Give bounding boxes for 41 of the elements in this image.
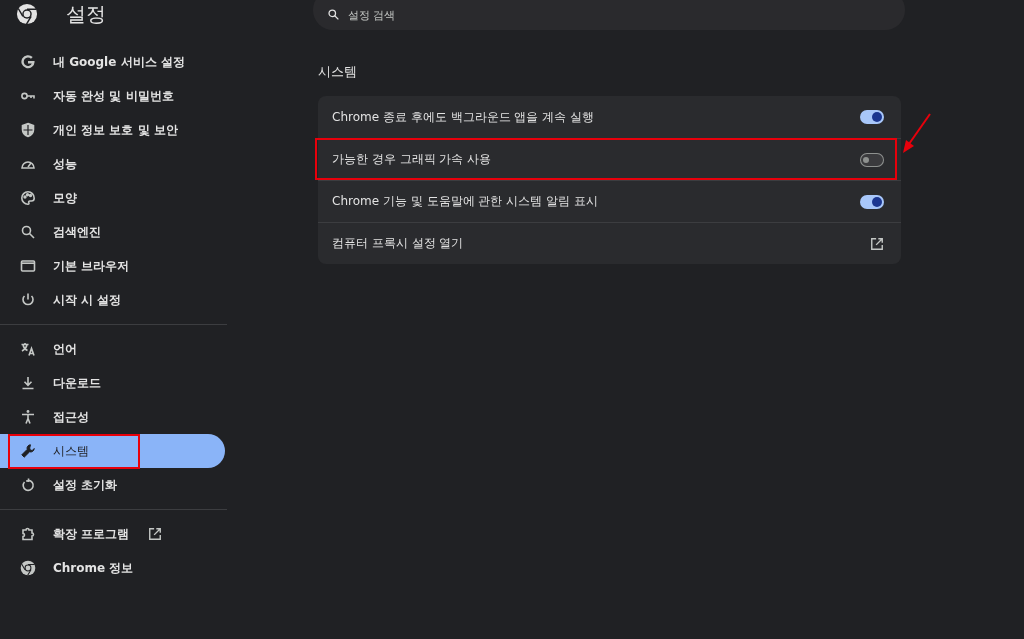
sidebar-item[interactable]: 내 Google 서비스 설정 (0, 45, 225, 79)
sidebar-item[interactable]: 시스템 (0, 434, 225, 468)
sidebar-item[interactable]: 기본 브라우저 (0, 249, 225, 283)
sidebar-item[interactable]: 시작 시 설정 (0, 283, 225, 317)
sidebar-item[interactable]: 검색엔진 (0, 215, 225, 249)
sidebar-item[interactable]: 모양 (0, 181, 225, 215)
chrome-logo-icon (20, 560, 36, 576)
page-title: 설정 (66, 0, 106, 28)
accessibility-icon (20, 409, 36, 425)
shield-icon (20, 122, 36, 138)
toggle-switch[interactable] (860, 194, 884, 209)
sidebar-item[interactable]: Chrome 정보 (0, 551, 225, 585)
power-icon (20, 292, 36, 308)
sidebar-item[interactable]: 성능 (0, 147, 225, 181)
puzzle-piece-icon (20, 526, 36, 542)
setting-label: Chrome 종료 후에도 백그라운드 앱을 계속 실행 (332, 108, 594, 126)
download-icon (20, 375, 36, 391)
browser-window-icon (20, 258, 36, 274)
external-link-icon (148, 527, 163, 541)
search-field[interactable]: 설정 검색 (313, 0, 905, 30)
reset-icon (20, 477, 36, 493)
chrome-logo-icon (16, 3, 38, 25)
palette-icon (20, 190, 36, 206)
toggle-switch[interactable] (860, 110, 884, 124)
sidebar-item[interactable]: 개인 정보 보호 및 보안 (0, 113, 225, 147)
sidebar-item[interactable]: 확장 프로그램 (0, 517, 225, 551)
sidebar-item[interactable]: 자동 완성 및 비밀번호 (0, 79, 225, 113)
section-title: 시스템 (318, 63, 358, 81)
sidebar-item[interactable]: 다운로드 (0, 366, 225, 400)
sidebar-item[interactable]: 언어 (0, 332, 225, 366)
wrench-icon (20, 443, 36, 459)
search-icon (20, 224, 36, 240)
setting-label: 컴퓨터 프록시 설정 열기 (332, 235, 464, 252)
setting-label: 가능한 경우 그래픽 가속 사용 (332, 151, 492, 168)
external-link-button[interactable] (870, 236, 884, 251)
setting-label: Chrome 기능 및 도움말에 관한 시스템 알림 표시 (332, 193, 598, 210)
google-g-icon (20, 54, 36, 70)
translate-icon (20, 341, 36, 357)
sidebar-item[interactable]: 접근성 (0, 400, 225, 434)
sidebar-item[interactable]: 설정 초기화 (0, 468, 225, 502)
toggle-switch[interactable] (860, 152, 884, 167)
